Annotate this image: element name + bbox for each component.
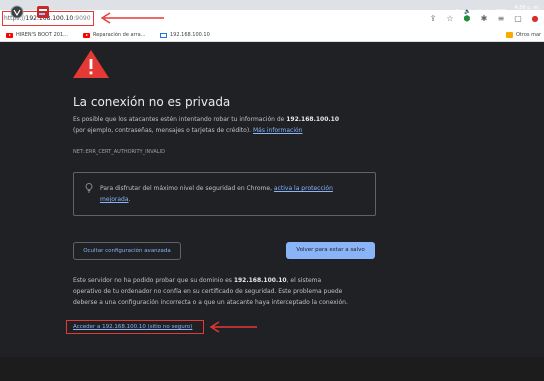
- monitor-icon: [160, 32, 167, 38]
- language-indicator[interactable]: ESP: [496, 9, 506, 15]
- page-title: La conexión no es privada: [73, 95, 231, 109]
- youtube-icon: [6, 32, 13, 38]
- enhanced-protection-link-cont[interactable]: mejorada: [100, 196, 129, 203]
- back-to-safety-button[interactable]: Volver para estar a salvo: [286, 242, 375, 259]
- explanation-line-1: Es posible que los atacantes estén inten…: [73, 114, 339, 125]
- advanced-text: Este servidor no ha podido probar que su…: [73, 277, 234, 284]
- explanation-text: Es posible que los atacantes estén inten…: [73, 116, 287, 123]
- bookmark-ip[interactable]: 192.168.100.10: [160, 30, 210, 40]
- bookmark-label: HIREN'S BOOT 201...: [16, 32, 68, 38]
- proceed-annotation-box: [66, 320, 204, 334]
- more-info-link[interactable]: Más información: [253, 127, 302, 134]
- error-code: NET::ERR_CERT_AUTHORITY_INVALID: [73, 149, 165, 155]
- network-icon[interactable]: ▤: [476, 9, 481, 15]
- bookmark-label: Reparación de arra...: [93, 32, 146, 38]
- youtube-icon: [83, 32, 90, 38]
- system-tray: ^ 🔈 ▤ ✎ ESP 4:58 p. m. 10/12/2022: [455, 4, 540, 20]
- bookmark-hirens[interactable]: HIREN'S BOOT 201...: [6, 30, 68, 40]
- bookmark-reparacion[interactable]: Reparación de arra...: [83, 30, 145, 40]
- other-bookmarks-label: Otros mar: [516, 32, 542, 38]
- enhanced-protection-link[interactable]: activa la protección: [274, 185, 333, 192]
- star-icon[interactable]: ☆: [445, 12, 455, 25]
- advanced-text: , el sistema: [286, 277, 322, 284]
- protection-text: Para disfrutar del máximo nivel de segur…: [100, 185, 272, 192]
- bookmark-label: 192.168.100.10: [170, 32, 210, 38]
- explanation-text: (por ejemplo, contraseñas, mensajes o ta…: [73, 127, 252, 134]
- proceed-annotation-arrow: [209, 321, 257, 333]
- bookmarks-bar: HIREN'S BOOT 201... Reparación de arra..…: [0, 28, 544, 42]
- explanation-line-2: (por ejemplo, contraseñas, mensajes o ta…: [73, 125, 302, 136]
- advanced-host: 192.168.100.10: [233, 277, 287, 284]
- taskbar: [0, 357, 544, 381]
- folder-icon: [506, 32, 513, 38]
- warning-icon: [73, 50, 109, 78]
- pen-icon[interactable]: ✎: [486, 9, 491, 15]
- url-annotation-arrow: [100, 12, 164, 24]
- share-icon[interactable]: ⇪: [428, 12, 438, 25]
- hide-advanced-button[interactable]: Ocultar configuración avanzada: [73, 242, 181, 260]
- clock-time: 4:58 p. m.: [514, 5, 540, 11]
- enhanced-protection-text: Para disfrutar del máximo nivel de segur…: [100, 183, 333, 205]
- clock-date: 10/12/2022: [511, 12, 540, 18]
- clock[interactable]: 4:58 p. m. 10/12/2022: [511, 5, 540, 19]
- volume-icon[interactable]: 🔈: [464, 9, 471, 15]
- explanation-host: 192.168.100.10: [286, 116, 340, 123]
- app-icon[interactable]: [10, 5, 24, 19]
- other-bookmarks[interactable]: Otros mar: [506, 30, 541, 40]
- chevron-up-icon[interactable]: ^: [455, 9, 460, 15]
- advanced-line-2: operativo de tu ordenador no confía en s…: [73, 288, 343, 295]
- taskbar-app-icon[interactable]: [36, 5, 50, 19]
- advanced-line-1: Este servidor no ha podido probar que su…: [73, 275, 321, 286]
- enhanced-protection-box: Para disfrutar del máximo nivel de segur…: [73, 172, 376, 216]
- protection-end: .: [128, 196, 131, 203]
- lightbulb-icon: [85, 183, 93, 193]
- advanced-line-3: deberse a una configuración incorrecta o…: [73, 299, 348, 306]
